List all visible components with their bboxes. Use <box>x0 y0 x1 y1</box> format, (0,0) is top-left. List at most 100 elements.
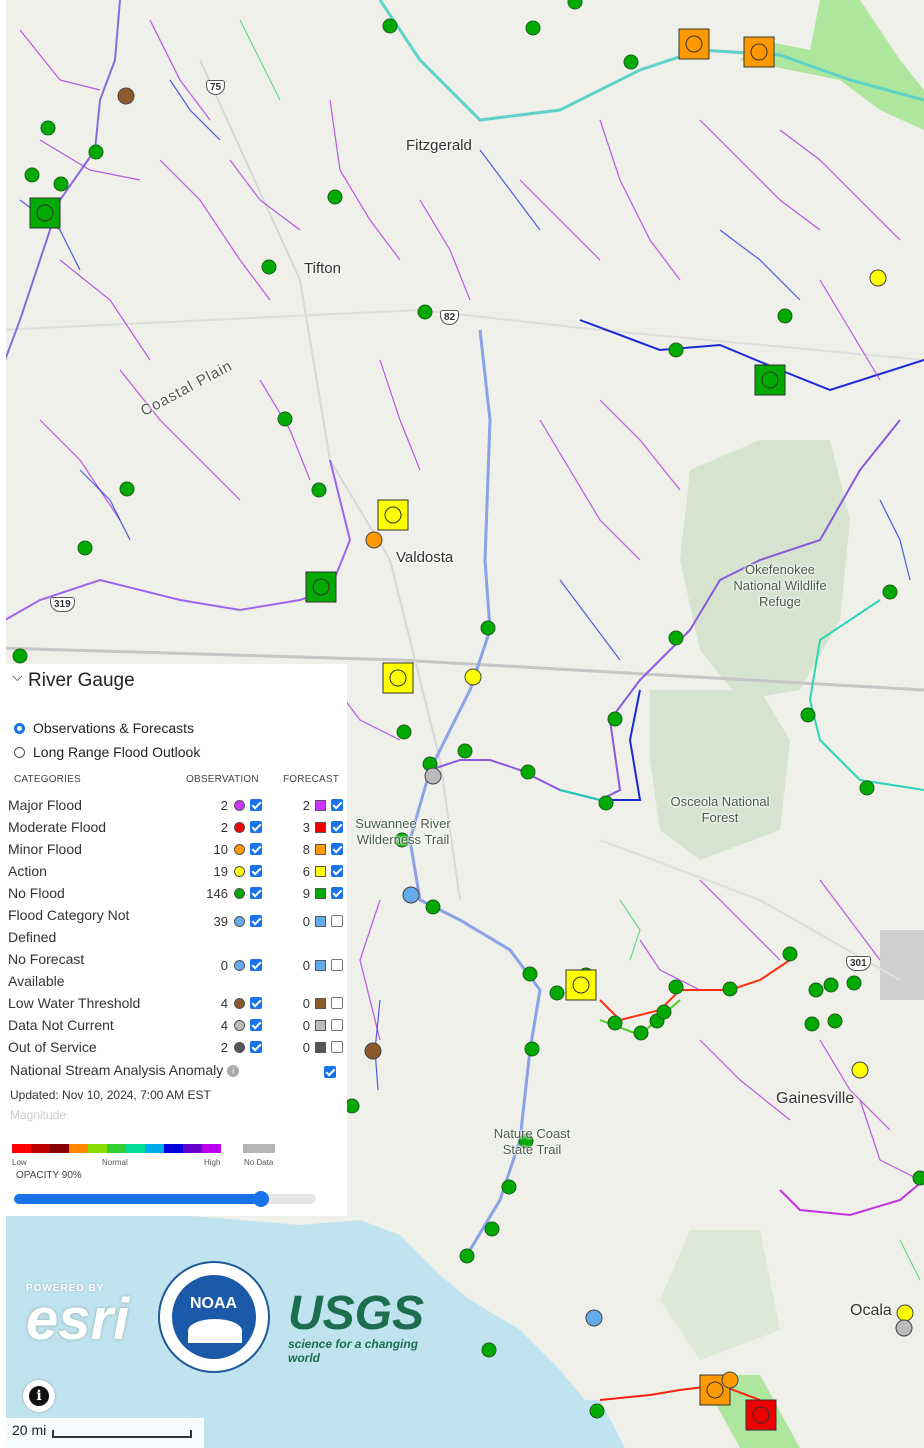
gauge-no-flood[interactable] <box>520 764 536 780</box>
gauge-no-flood[interactable] <box>484 1221 500 1237</box>
gauge-observation-dot[interactable] <box>851 1061 869 1079</box>
gauge-no-flood[interactable] <box>481 1342 497 1358</box>
forecast-checkbox[interactable] <box>331 915 343 927</box>
gauge-observation-dot[interactable] <box>896 1304 914 1322</box>
observation-checkbox[interactable] <box>250 887 262 899</box>
gauge-no-flood[interactable] <box>668 979 684 995</box>
gauge-observation-dot[interactable] <box>721 1371 739 1389</box>
gauge-no-flood[interactable] <box>912 1170 924 1186</box>
forecast-checkbox[interactable] <box>331 799 343 811</box>
gauge-observation-dot[interactable] <box>365 531 383 549</box>
gauge-no-flood[interactable] <box>396 724 412 740</box>
forecast-checkbox[interactable] <box>331 821 343 833</box>
gauge-no-flood[interactable] <box>827 1013 843 1029</box>
collapse-chevron-icon[interactable]: ⌵ <box>12 668 23 685</box>
gauge-no-flood[interactable] <box>457 743 473 759</box>
observation-checkbox[interactable] <box>250 821 262 833</box>
forecast-checkbox[interactable] <box>331 887 343 899</box>
gauge-observation-dot[interactable] <box>424 767 442 785</box>
gauge-no-flood[interactable] <box>12 648 28 664</box>
gauge-no-flood[interactable] <box>859 780 875 796</box>
forecast-checkbox[interactable] <box>331 1041 343 1053</box>
gauge-no-flood[interactable] <box>668 342 684 358</box>
forecast-checkbox[interactable] <box>331 843 343 855</box>
gauge-no-flood[interactable] <box>804 1016 820 1032</box>
gauge-no-flood[interactable] <box>501 1179 517 1195</box>
gauge-no-flood[interactable] <box>549 985 565 1001</box>
gauge-no-flood[interactable] <box>668 630 684 646</box>
gauge-no-flood[interactable] <box>327 189 343 205</box>
observation-checkbox[interactable] <box>250 799 262 811</box>
gauge-observation-dot[interactable] <box>706 1381 724 1399</box>
info-icon[interactable]: i <box>227 1065 240 1078</box>
observation-checkbox[interactable] <box>250 915 262 927</box>
gauge-observation-dot[interactable] <box>364 1042 382 1060</box>
gauge-observation-dot[interactable] <box>761 371 779 389</box>
forecast-checkbox[interactable] <box>331 1019 343 1031</box>
gauge-no-flood[interactable] <box>808 982 824 998</box>
gauge-observation-dot[interactable] <box>464 668 482 686</box>
mode-long-range-outlook[interactable]: Long Range Flood Outlook <box>14 744 200 760</box>
gauge-observation-dot[interactable] <box>36 204 54 222</box>
radio-observations-forecasts[interactable] <box>14 722 25 734</box>
gauge-no-flood[interactable] <box>777 308 793 324</box>
opacity-slider-thumb[interactable] <box>253 1191 270 1207</box>
gauge-observation-dot[interactable] <box>585 1309 603 1327</box>
gauge-observation-dot[interactable] <box>752 1406 770 1424</box>
observation-checkbox[interactable] <box>250 865 262 877</box>
gauge-observation-dot[interactable] <box>117 87 135 105</box>
observation-checkbox[interactable] <box>250 1041 262 1053</box>
nsa-checkbox[interactable] <box>324 1066 336 1078</box>
gauge-observation-dot[interactable] <box>312 578 330 596</box>
gauge-no-flood[interactable] <box>382 18 398 34</box>
gauge-no-flood[interactable] <box>459 1248 475 1264</box>
gauge-no-flood[interactable] <box>782 946 798 962</box>
observation-checkbox[interactable] <box>250 1019 262 1031</box>
info-button[interactable]: i <box>23 1380 55 1412</box>
gauge-no-flood[interactable] <box>525 20 541 36</box>
gauge-no-flood[interactable] <box>567 0 583 10</box>
radio-long-range-outlook[interactable] <box>14 746 25 758</box>
gauge-observation-dot[interactable] <box>685 35 703 53</box>
gauge-observation-dot[interactable] <box>389 669 407 687</box>
forecast-checkbox[interactable] <box>331 959 343 971</box>
gauge-no-flood[interactable] <box>261 259 277 275</box>
opacity-slider[interactable] <box>14 1191 316 1207</box>
gauge-no-flood[interactable] <box>846 975 862 991</box>
gauge-no-flood[interactable] <box>40 120 56 136</box>
gauge-no-flood[interactable] <box>656 1004 672 1020</box>
mode-observations-forecasts[interactable]: Observations & Forecasts <box>14 720 194 736</box>
gauge-no-flood[interactable] <box>344 1098 360 1114</box>
gauge-no-flood[interactable] <box>311 482 327 498</box>
gauge-observation-dot[interactable] <box>384 506 402 524</box>
gauge-no-flood[interactable] <box>480 620 496 636</box>
gauge-no-flood[interactable] <box>119 481 135 497</box>
gauge-no-flood[interactable] <box>607 711 623 727</box>
gauge-no-flood[interactable] <box>823 977 839 993</box>
gauge-no-flood[interactable] <box>522 966 538 982</box>
gauge-no-flood[interactable] <box>425 899 441 915</box>
gauge-no-flood[interactable] <box>77 540 93 556</box>
gauge-no-flood[interactable] <box>417 304 433 320</box>
gauge-no-flood[interactable] <box>589 1403 605 1419</box>
gauge-no-flood[interactable] <box>623 54 639 70</box>
gauge-observation-dot[interactable] <box>402 886 420 904</box>
gauge-no-flood[interactable] <box>598 795 614 811</box>
forecast-checkbox[interactable] <box>331 997 343 1009</box>
gauge-no-flood[interactable] <box>607 1015 623 1031</box>
forecast-checkbox[interactable] <box>331 865 343 877</box>
observation-checkbox[interactable] <box>250 843 262 855</box>
gauge-observation-dot[interactable] <box>895 1319 913 1337</box>
gauge-no-flood[interactable] <box>882 584 898 600</box>
gauge-observation-dot[interactable] <box>750 43 768 61</box>
gauge-no-flood[interactable] <box>277 411 293 427</box>
gauge-no-flood[interactable] <box>88 144 104 160</box>
gauge-no-flood[interactable] <box>24 167 40 183</box>
gauge-no-flood[interactable] <box>633 1025 649 1041</box>
observation-checkbox[interactable] <box>250 997 262 1009</box>
gauge-observation-dot[interactable] <box>869 269 887 287</box>
gauge-no-flood[interactable] <box>53 176 69 192</box>
gauge-observation-dot[interactable] <box>572 976 590 994</box>
gauge-no-flood[interactable] <box>800 707 816 723</box>
observation-checkbox[interactable] <box>250 959 262 971</box>
